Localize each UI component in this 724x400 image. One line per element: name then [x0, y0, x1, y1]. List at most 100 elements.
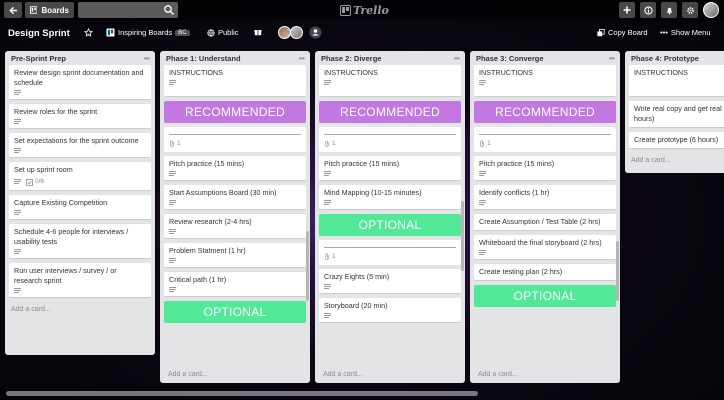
- card[interactable]: Create testing plan (2 hrs): [474, 264, 616, 281]
- notifications-button[interactable]: [661, 2, 677, 18]
- recommended-label[interactable]: RECOMMENDED: [319, 101, 461, 123]
- card[interactable]: Pitch practice (15 mins): [164, 156, 306, 181]
- card[interactable]: Critical path (1 hr): [164, 272, 306, 297]
- bell-icon: [666, 7, 672, 14]
- star-button[interactable]: [84, 28, 93, 37]
- add-member-button[interactable]: [309, 26, 322, 39]
- search-box[interactable]: [78, 2, 178, 18]
- card-divider[interactable]: 1: [319, 127, 461, 152]
- boards-button[interactable]: Boards: [25, 2, 74, 18]
- card-title: Set up sprint room: [14, 165, 73, 174]
- card-title: Mind Mapping (10-15 minutes): [324, 188, 422, 197]
- list-title[interactable]: Phase 3: Converge: [476, 54, 544, 63]
- add-card-link[interactable]: Add a card...: [629, 153, 724, 169]
- card[interactable]: Identify conflicts (1 hr): [474, 185, 616, 210]
- list-phase-2-diverge: Phase 2: Diverge ••• INSTRUCTIONS RECOMM…: [315, 51, 465, 383]
- list-menu-icon[interactable]: •••: [454, 54, 460, 63]
- card[interactable]: Problem Statment (1 hr): [164, 243, 306, 268]
- description-icon: [14, 249, 21, 255]
- team-boards-icon: [106, 28, 115, 37]
- search-input[interactable]: [78, 2, 162, 18]
- card[interactable]: Storyboard (20 min): [319, 298, 461, 323]
- card-divider[interactable]: 1: [319, 240, 461, 265]
- list-phase-4-prototype: Phase 4: Prototype INSTRUCTIONS Write re…: [625, 51, 724, 173]
- copy-board-button[interactable]: Copy Board: [597, 28, 648, 37]
- card[interactable]: Start Assumptions Board (30 min): [164, 185, 306, 210]
- add-member-icon: [309, 26, 322, 39]
- card-title: Pitch practice (15 mins): [479, 159, 555, 168]
- card-title: Problem Statment (1 hr): [169, 246, 246, 255]
- recommended-label[interactable]: RECOMMENDED: [164, 101, 306, 123]
- list-pre-sprint-prep: Pre-Sprint Prep ••• Review design sprint…: [5, 51, 155, 355]
- globe-icon: [207, 28, 215, 37]
- card[interactable]: Set expectations for the sprint outcome: [9, 133, 151, 158]
- list-scrollbar[interactable]: [461, 201, 464, 271]
- list-title[interactable]: Phase 2: Diverge: [321, 54, 381, 63]
- card[interactable]: Mind Mapping (10-15 minutes): [319, 185, 461, 210]
- member-avatars[interactable]: [278, 26, 303, 39]
- description-icon: [324, 200, 331, 206]
- list-header: Phase 1: Understand •••: [164, 51, 306, 65]
- card[interactable]: Review research (2-4 hrs): [164, 214, 306, 239]
- card[interactable]: Whiteboard the final storyboard (2 hrs): [474, 235, 616, 260]
- card-title: Run user interviews / survey / or resear…: [14, 266, 117, 285]
- member-avatar[interactable]: [290, 26, 303, 39]
- card-instructions[interactable]: INSTRUCTIONS: [629, 65, 724, 97]
- optional-label[interactable]: OPTIONAL: [474, 285, 616, 307]
- card-instructions[interactable]: INSTRUCTIONS: [474, 65, 616, 97]
- card-divider[interactable]: 1: [474, 127, 616, 152]
- list-header: Phase 3: Converge •••: [474, 51, 616, 65]
- info-button[interactable]: [640, 2, 656, 18]
- trello-logo[interactable]: Trello: [340, 4, 389, 17]
- star-icon: [84, 28, 93, 37]
- copy-board-label: Copy Board: [608, 28, 648, 37]
- card[interactable]: Run user interviews / survey / or resear…: [9, 263, 151, 298]
- list-menu-icon[interactable]: •••: [609, 54, 615, 63]
- description-icon: [14, 288, 21, 294]
- trello-logo-icon: [340, 5, 351, 16]
- list-title[interactable]: Phase 4: Prototype: [631, 54, 699, 63]
- list-title[interactable]: Phase 1: Understand: [166, 54, 241, 63]
- list-menu-icon[interactable]: •••: [144, 54, 150, 63]
- optional-label[interactable]: OPTIONAL: [164, 301, 306, 323]
- card[interactable]: Schedule 4-6 people for interviews / usa…: [9, 224, 151, 259]
- optional-label[interactable]: OPTIONAL: [319, 214, 461, 236]
- recommended-label[interactable]: RECOMMENDED: [474, 101, 616, 123]
- card[interactable]: Pitch practice (15 mins): [319, 156, 461, 181]
- settings-button[interactable]: [682, 2, 698, 18]
- list-menu-icon[interactable]: •••: [299, 54, 305, 63]
- card-divider[interactable]: 1: [164, 127, 306, 152]
- search-icon: [164, 5, 174, 15]
- card[interactable]: Review roles for the sprint: [9, 104, 151, 129]
- card[interactable]: Pitch practice (15 mins): [474, 156, 616, 181]
- description-icon: [169, 80, 176, 86]
- back-button[interactable]: [4, 2, 22, 18]
- team-button[interactable]: Inspiring Boards BC: [106, 28, 190, 37]
- card[interactable]: Set up sprint room 0/6: [9, 162, 151, 191]
- paperclip-icon: [325, 140, 329, 147]
- card[interactable]: Create Assumption / Test Table (2 hrs): [474, 214, 616, 231]
- add-card-link[interactable]: Add a card...: [166, 367, 210, 383]
- user-avatar[interactable]: [703, 2, 719, 18]
- add-card-link[interactable]: Add a card...: [9, 302, 151, 318]
- list-scrollbar[interactable]: [306, 231, 309, 301]
- board-horizontal-scrollbar[interactable]: [6, 391, 478, 396]
- card-instructions[interactable]: INSTRUCTIONS: [164, 65, 306, 97]
- list-title[interactable]: Pre-Sprint Prep: [11, 54, 66, 63]
- board-header: Design Sprint Inspiring Boards BC Public…: [0, 24, 724, 44]
- card-instructions[interactable]: INSTRUCTIONS: [319, 65, 461, 97]
- card[interactable]: Review design sprint documentation and s…: [9, 65, 151, 100]
- boards-icon: [30, 6, 38, 14]
- add-card-link[interactable]: Add a card...: [476, 367, 614, 383]
- card[interactable]: Crazy Eights (5 min): [319, 269, 461, 294]
- gift-button[interactable]: [254, 28, 262, 36]
- card[interactable]: Write real copy and get real hours): [629, 101, 724, 128]
- add-card-link[interactable]: Add a card...: [321, 367, 365, 383]
- list-scrollbar[interactable]: [616, 241, 619, 301]
- card[interactable]: Capture Existing Competition: [9, 195, 151, 220]
- visibility-button[interactable]: Public: [207, 28, 238, 37]
- show-menu-button[interactable]: ••• Show Menu: [660, 28, 711, 37]
- board-title[interactable]: Design Sprint: [8, 28, 70, 39]
- add-button[interactable]: [619, 2, 635, 18]
- card[interactable]: Create prototype (6 hours): [629, 132, 724, 149]
